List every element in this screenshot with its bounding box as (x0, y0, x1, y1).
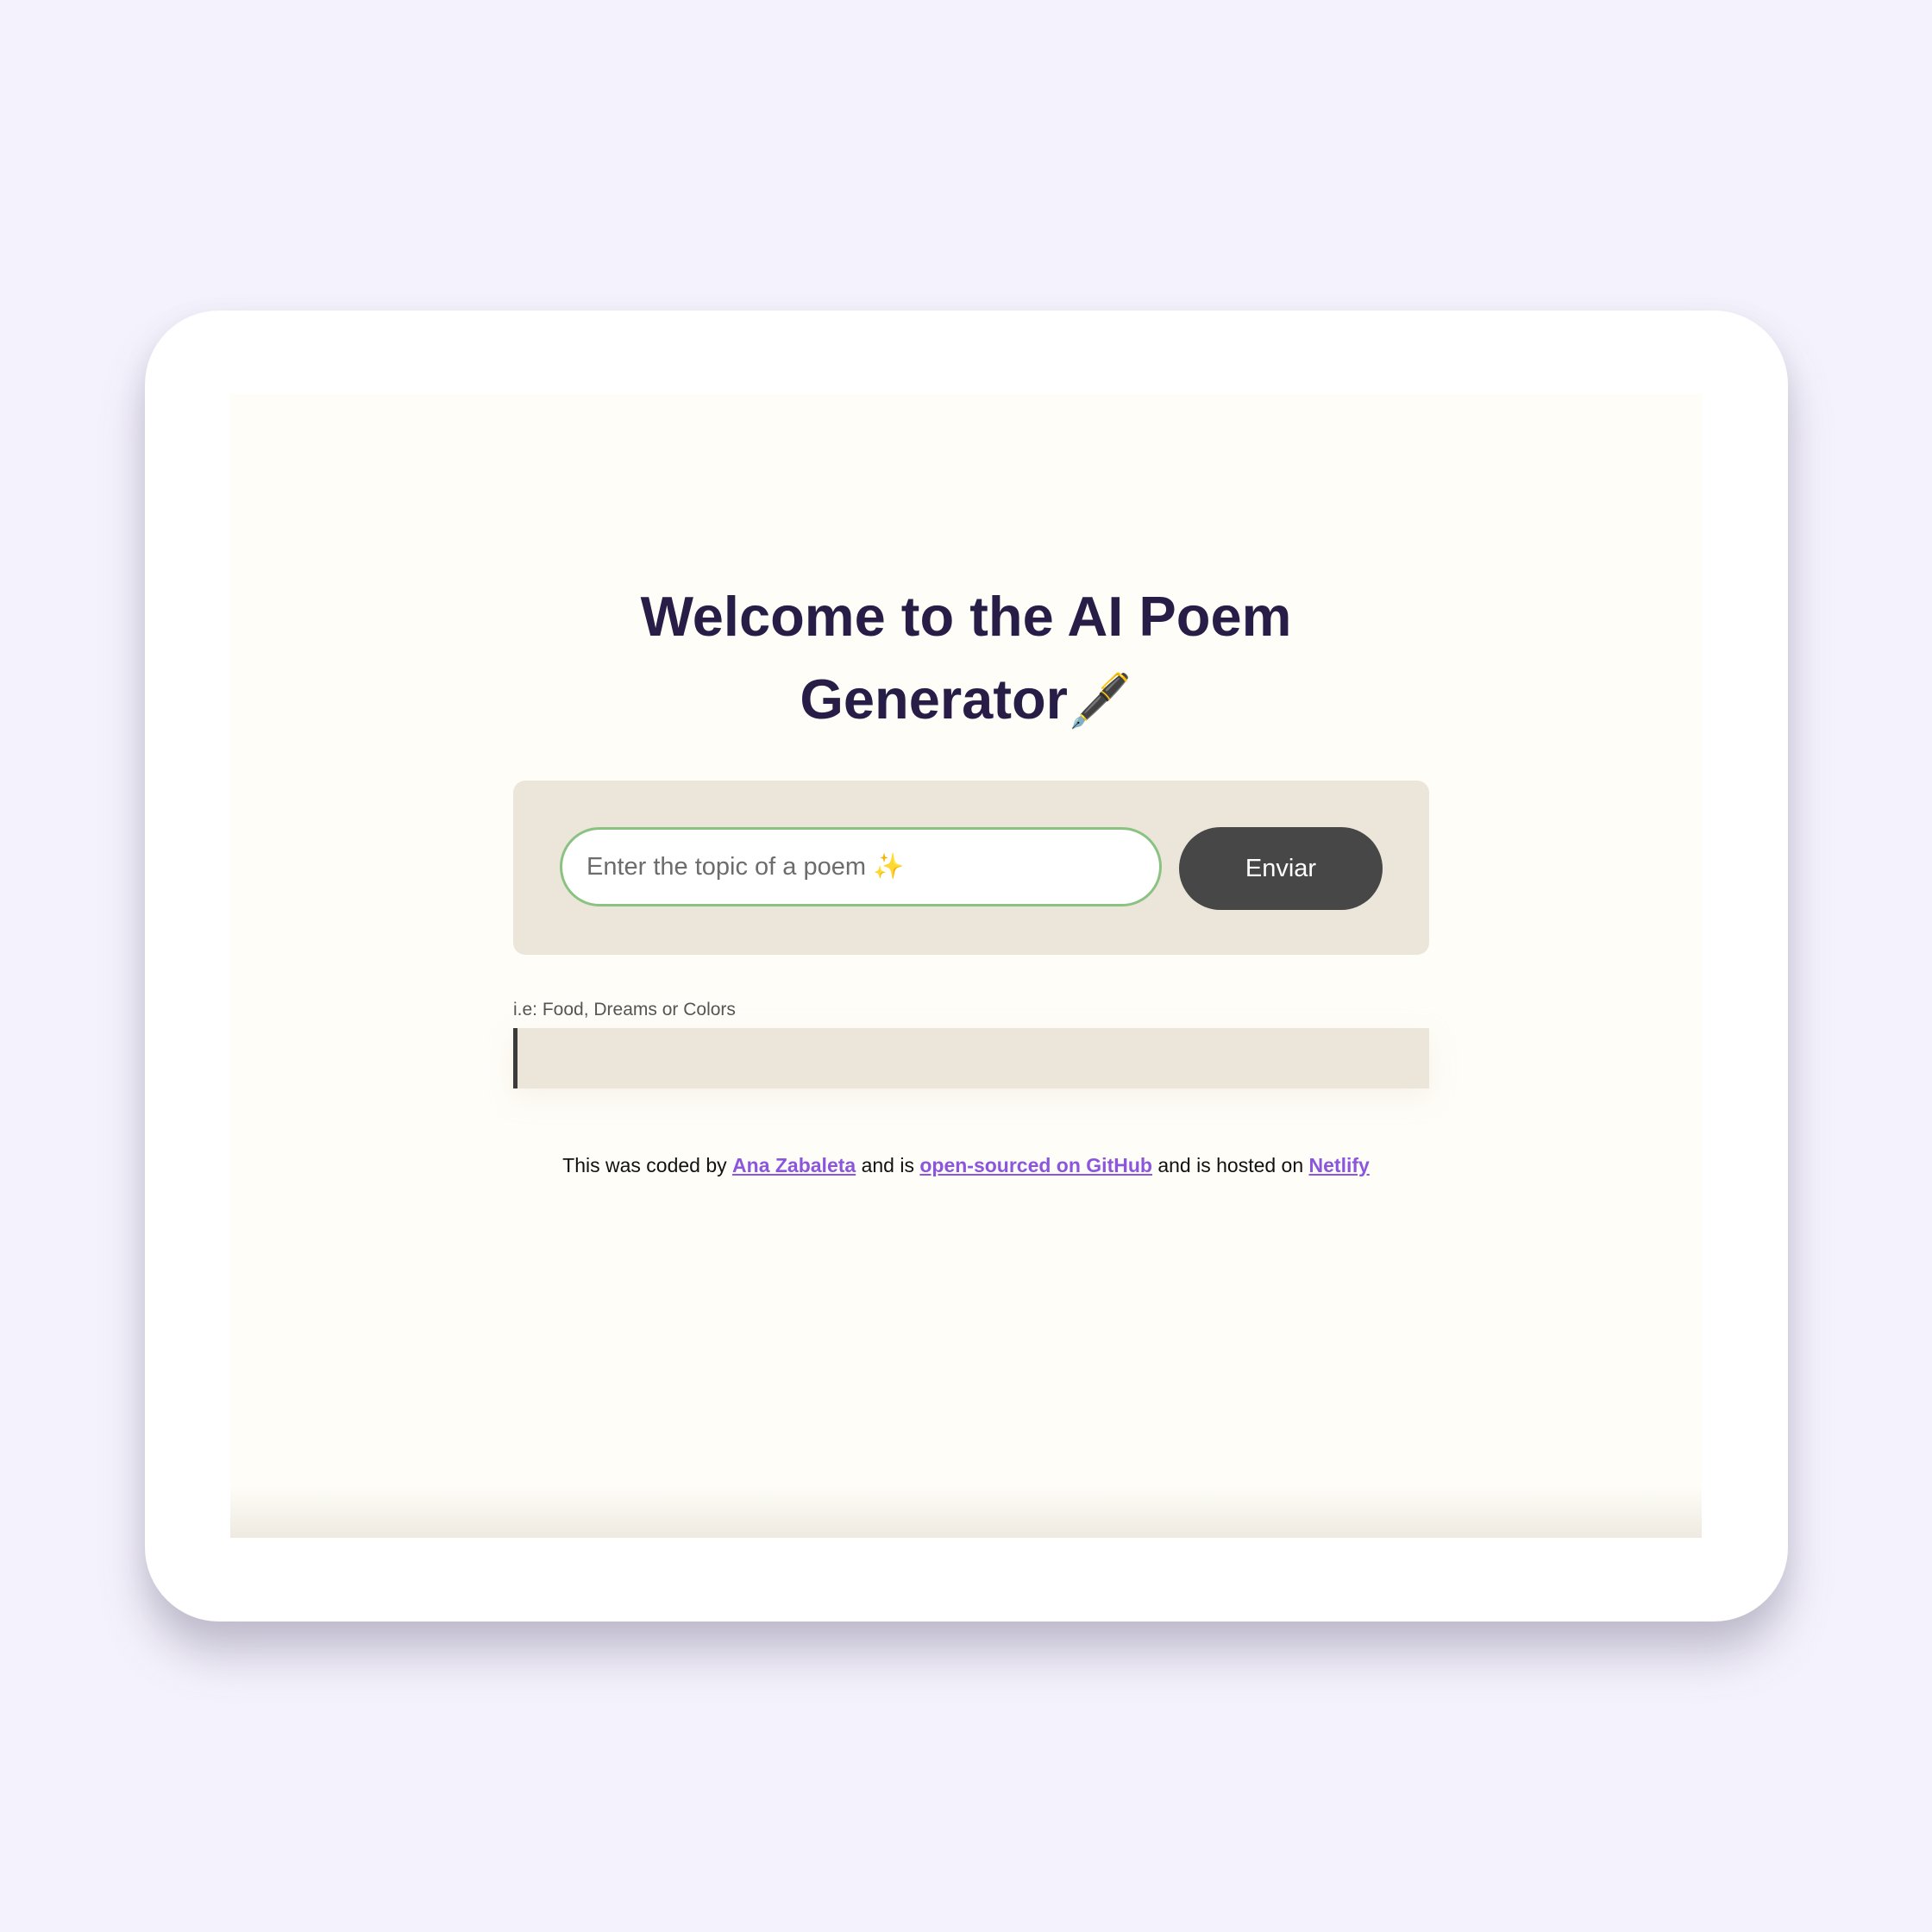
footer-middle-2: and is hosted on (1151, 1154, 1309, 1176)
page-title: Welcome to the AI Poem Generator🖋️ (230, 575, 1702, 743)
title-line-1: Welcome to the AI Poem (640, 585, 1292, 648)
title-line-2: Generator (800, 668, 1068, 731)
poem-output (513, 1028, 1429, 1088)
netlify-link[interactable]: Netlify (1309, 1154, 1370, 1176)
footer-credits: This was coded by Ana Zabaleta and is op… (230, 1154, 1702, 1177)
poem-form: Enviar (513, 781, 1429, 955)
topic-input[interactable] (560, 827, 1162, 906)
author-link[interactable]: Ana Zabaleta (732, 1154, 856, 1176)
github-link[interactable]: open-sourced on GitHub (919, 1154, 1152, 1176)
submit-button[interactable]: Enviar (1179, 827, 1383, 910)
app-screen: Welcome to the AI Poem Generator🖋️ Envia… (230, 394, 1702, 1538)
footer-prefix: This was coded by (562, 1154, 733, 1176)
fountain-pen-icon: 🖋️ (1067, 672, 1132, 730)
screen-bottom-fade (230, 1486, 1702, 1538)
input-hint: i.e: Food, Dreams or Colors (513, 1000, 736, 1019)
footer-middle-1: and is (856, 1154, 920, 1176)
